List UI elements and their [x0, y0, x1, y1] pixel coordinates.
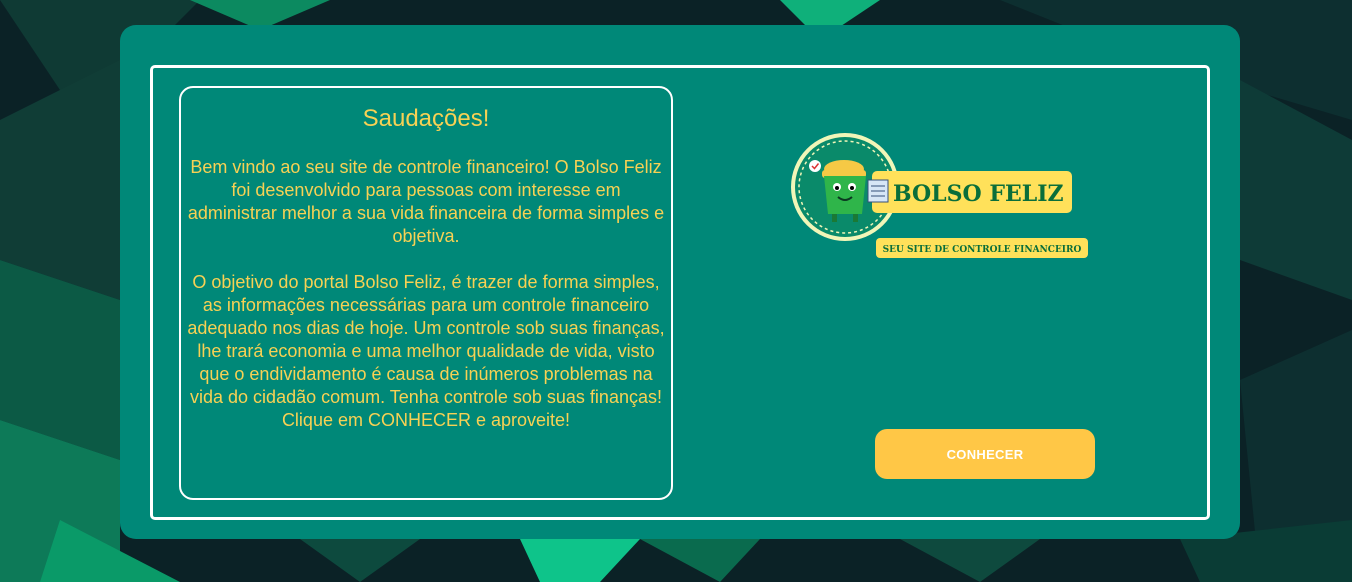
logo-tagline: SEU SITE DE CONTROLE FINANCEIRO [883, 245, 1082, 255]
welcome-card: Saudações! Bem vindo ao seu site de cont… [120, 25, 1240, 539]
greeting-paragraph-2: O objetivo do portal Bolso Feliz, é traz… [187, 272, 665, 430]
greeting-paragraph-1: Bem vindo ao seu site de controle financ… [187, 157, 665, 246]
conhecer-button[interactable]: CONHECER [875, 429, 1095, 479]
bolso-feliz-logo: BOLSO FELIZ SEU SITE DE CONTROLE FINANCE… [791, 133, 1088, 258]
checkmark-bubble-icon [809, 160, 821, 172]
happy-pocket-mascot-icon [822, 160, 866, 222]
greeting-box: Saudações! Bem vindo ao seu site de cont… [179, 86, 673, 500]
card-frame: Saudações! Bem vindo ao seu site de cont… [150, 65, 1210, 520]
logo-name: BOLSO FELIZ [893, 181, 1064, 207]
document-icon [867, 179, 889, 203]
greeting-title: Saudações! [362, 105, 490, 132]
